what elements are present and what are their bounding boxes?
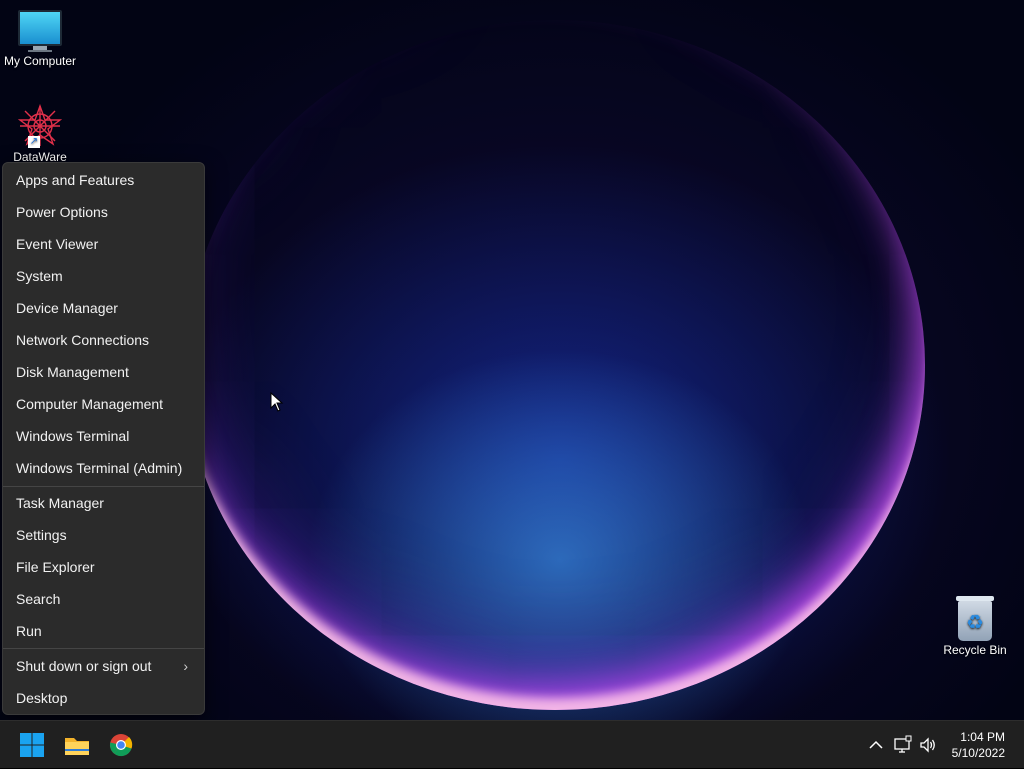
menu-item-shut-down-or-sign-out[interactable]: Shut down or sign out › xyxy=(3,650,204,682)
taskbar: 1:04 PM 5/10/2022 xyxy=(0,720,1024,768)
menu-item-file-explorer[interactable]: File Explorer xyxy=(3,551,204,583)
menu-item-task-manager[interactable]: Task Manager xyxy=(3,487,204,519)
burst-icon: ↗ xyxy=(17,103,63,148)
menu-item-windows-terminal-admin[interactable]: Windows Terminal (Admin) xyxy=(3,452,204,484)
menu-item-event-viewer[interactable]: Event Viewer xyxy=(3,228,204,260)
shortcut-arrow-icon: ↗ xyxy=(28,136,40,148)
menu-item-desktop[interactable]: Desktop xyxy=(3,682,204,714)
menu-separator xyxy=(3,648,204,649)
menu-item-network-connections[interactable]: Network Connections xyxy=(3,324,204,356)
menu-item-label: Shut down or sign out xyxy=(16,658,152,674)
volume-icon[interactable] xyxy=(918,735,938,755)
chevron-right-icon: › xyxy=(183,658,188,674)
menu-item-computer-management[interactable]: Computer Management xyxy=(3,388,204,420)
winx-context-menu: Apps and Features Power Options Event Vi… xyxy=(2,162,205,715)
network-icon[interactable] xyxy=(893,735,913,755)
chrome-button[interactable] xyxy=(105,729,137,761)
menu-item-settings[interactable]: Settings xyxy=(3,519,204,551)
desktop-icon-dataware[interactable]: ↗ DataWare xyxy=(0,103,80,164)
system-tray: 1:04 PM 5/10/2022 xyxy=(860,721,1024,769)
desktop-icon-label: My Computer xyxy=(3,54,77,68)
windows-logo-icon xyxy=(20,733,44,757)
clock-date: 5/10/2022 xyxy=(951,746,1005,760)
chrome-icon xyxy=(109,734,133,757)
menu-item-windows-terminal[interactable]: Windows Terminal xyxy=(3,420,204,452)
menu-item-disk-management[interactable]: Disk Management xyxy=(3,356,204,388)
desktop-icon-my-computer[interactable]: My Computer xyxy=(0,10,80,68)
file-explorer-button[interactable] xyxy=(61,729,93,761)
start-button[interactable] xyxy=(16,729,48,761)
folder-icon xyxy=(65,738,89,755)
menu-item-run[interactable]: Run xyxy=(3,615,204,647)
clock-time: 1:04 PM xyxy=(960,730,1005,744)
menu-item-power-options[interactable]: Power Options xyxy=(3,196,204,228)
clock[interactable]: 1:04 PM 5/10/2022 xyxy=(952,729,1005,761)
chevron-up-icon[interactable] xyxy=(866,735,886,755)
menu-item-apps-and-features[interactable]: Apps and Features xyxy=(3,164,204,196)
desktop-icon-label: Recycle Bin xyxy=(943,643,1007,657)
monitor-icon xyxy=(0,10,80,52)
mouse-cursor-icon xyxy=(270,392,284,412)
recycle-bin-icon: ♻ xyxy=(935,596,1015,641)
menu-item-system[interactable]: System xyxy=(3,260,204,292)
menu-item-search[interactable]: Search xyxy=(3,583,204,615)
menu-item-device-manager[interactable]: Device Manager xyxy=(3,292,204,324)
wallpaper-bloom xyxy=(185,20,925,710)
desktop-icon-recycle-bin[interactable]: ♻ Recycle Bin xyxy=(935,596,1015,657)
